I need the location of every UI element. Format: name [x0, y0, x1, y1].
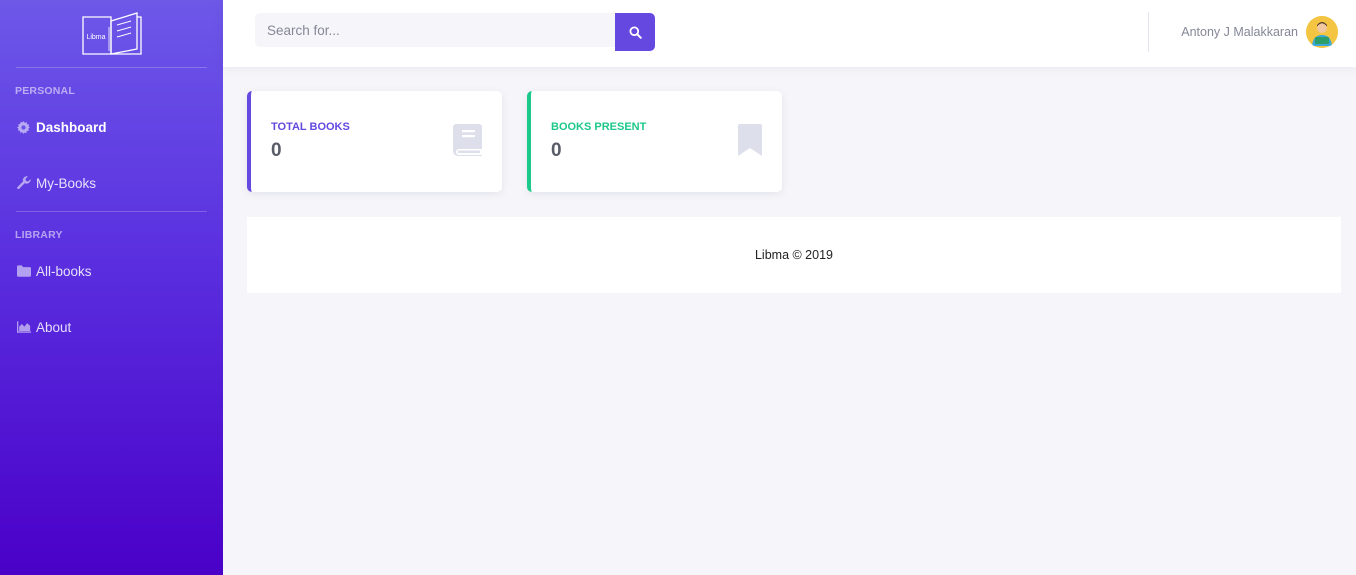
- book-icon: [453, 124, 482, 161]
- sidebar-item-all-books[interactable]: All-books: [0, 263, 223, 279]
- card-books-present: Books Present 0: [527, 91, 782, 192]
- sidebar-divider: [16, 67, 207, 68]
- wrench-icon: [16, 176, 31, 190]
- sidebar-item-dashboard[interactable]: Dashboard: [0, 119, 223, 135]
- sidebar-item-about[interactable]: About: [0, 319, 223, 335]
- sidebar-item-label: Dashboard: [36, 119, 107, 135]
- card-label: Books Present: [551, 121, 647, 133]
- bookmark-icon: [738, 124, 762, 161]
- topbar: Antony J Malakkaran: [223, 0, 1356, 67]
- search-button[interactable]: [615, 13, 655, 51]
- sidebar-heading-personal: Personal: [15, 85, 75, 97]
- user-menu[interactable]: Antony J Malakkaran: [1181, 16, 1338, 48]
- copyright-text: Libma © 2019: [754, 248, 833, 262]
- sidebar-heading-library: Library: [15, 229, 63, 241]
- card-total-books: Total Books 0: [247, 91, 502, 192]
- search-form: [255, 13, 655, 51]
- book-logo-icon: Libma: [81, 11, 142, 55]
- user-name: Antony J Malakkaran: [1181, 25, 1298, 39]
- logo-text: Libma: [86, 34, 105, 41]
- brand-logo[interactable]: Libma: [0, 0, 223, 67]
- chart-area-icon: [16, 320, 31, 334]
- sidebar: Libma Personal Dashboard My-Books Librar…: [0, 0, 223, 575]
- card-value: 0: [271, 140, 282, 161]
- sidebar-item-label: About: [36, 319, 72, 335]
- search-input[interactable]: [255, 13, 615, 47]
- card-value: 0: [551, 140, 562, 161]
- sidebar-divider: [16, 211, 207, 212]
- search-icon: [628, 25, 642, 39]
- sidebar-item-label: My-Books: [36, 175, 97, 191]
- gear-icon: [16, 120, 31, 134]
- sidebar-item-label: All-books: [36, 263, 92, 279]
- footer: Libma © 2019: [247, 217, 1341, 293]
- sidebar-item-my-books[interactable]: My-Books: [0, 175, 223, 191]
- folder-icon: [16, 264, 31, 278]
- card-label: Total Books: [271, 121, 350, 133]
- avatar: [1306, 16, 1338, 48]
- topbar-divider: [1148, 12, 1149, 52]
